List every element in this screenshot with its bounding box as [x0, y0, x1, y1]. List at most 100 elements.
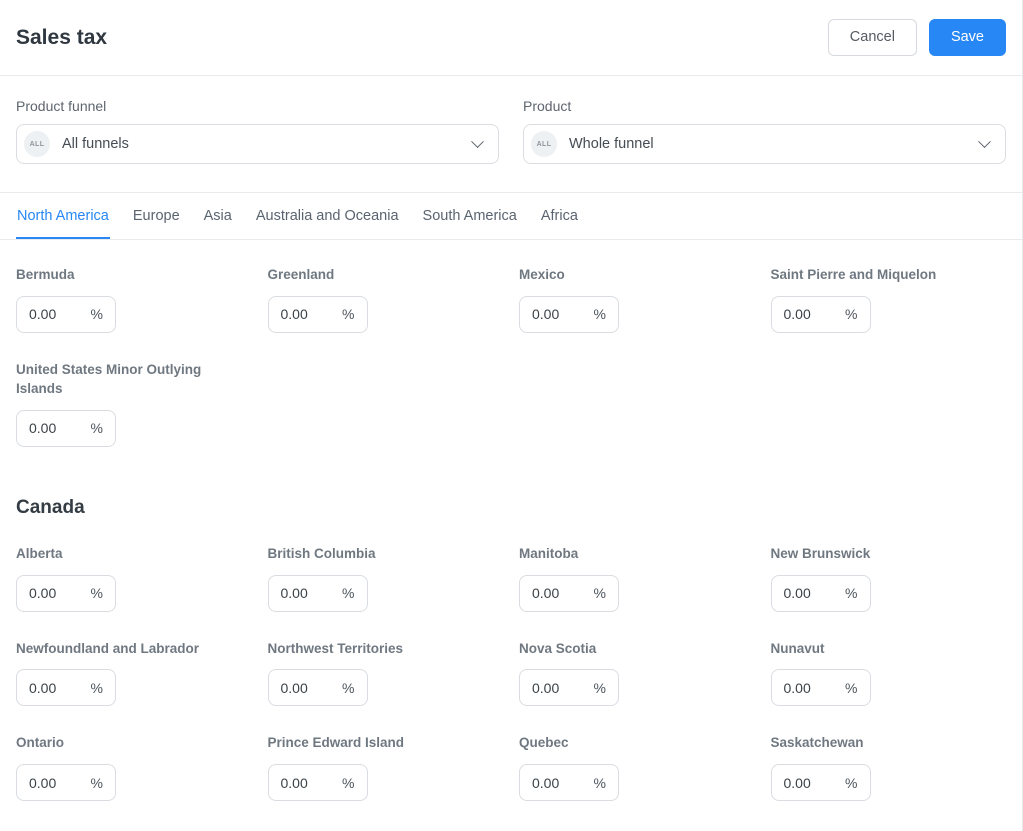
tax-field-newfoundland-and-labrador: Newfoundland and Labrador% [16, 640, 252, 707]
percent-suffix: % [90, 774, 103, 791]
tax-rate-input-northwest-territories[interactable]: % [267, 669, 368, 707]
tax-rate-value-quebec[interactable] [532, 774, 578, 791]
tax-field-british-columbia: British Columbia% [267, 545, 504, 612]
tax-rate-value-bermuda[interactable] [29, 306, 75, 323]
tab-australia-and-oceania[interactable]: Australia and Oceania [255, 193, 400, 239]
tax-field-nunavut: Nunavut% [770, 640, 1007, 707]
product-funnel-filter: Product funnel ALL All funnels [16, 98, 499, 164]
tax-field-label-nova-scotia: Nova Scotia [519, 640, 597, 656]
product-funnel-select[interactable]: ALL All funnels [16, 124, 499, 164]
tax-field-grid: Alberta%British Columbia%Manitoba%New Br… [16, 545, 1006, 802]
tax-field-label-ontario: Ontario [16, 735, 65, 751]
tax-rate-value-nova-scotia[interactable] [532, 679, 578, 696]
tax-field-label-united-states-minor-outlying-islands: United States Minor Outlying Islands [16, 361, 202, 396]
tax-rate-value-ontario[interactable] [29, 774, 75, 791]
tax-rate-value-saskatchewan[interactable] [783, 774, 830, 791]
tax-rate-input-united-states-minor-outlying-islands[interactable]: % [16, 409, 116, 447]
tax-field-ontario: Ontario% [16, 734, 252, 802]
tax-rate-value-united-states-minor-outlying-islands[interactable] [29, 420, 75, 437]
tax-rate-input-greenland[interactable]: % [267, 295, 368, 333]
tax-field-quebec: Quebec% [519, 734, 755, 802]
tax-field-prince-edward-island: Prince Edward Island% [267, 734, 504, 802]
tax-rate-value-saint-pierre-and-miquelon[interactable] [783, 306, 830, 323]
tax-rate-input-saint-pierre-and-miquelon[interactable]: % [770, 295, 871, 333]
tax-rate-input-newfoundland-and-labrador[interactable]: % [16, 669, 116, 707]
tax-field-label-manitoba: Manitoba [519, 545, 579, 561]
tax-rate-input-mexico[interactable]: % [519, 295, 619, 333]
tab-south-america[interactable]: South America [422, 193, 518, 239]
tax-field-united-states-minor-outlying-islands: United States Minor Outlying Islands% [16, 361, 252, 447]
tax-rate-input-nova-scotia[interactable]: % [519, 669, 619, 707]
tax-rate-input-british-columbia[interactable]: % [267, 574, 368, 612]
tax-rate-value-mexico[interactable] [532, 306, 578, 323]
tax-rate-input-nunavut[interactable]: % [770, 669, 871, 707]
tax-section-territories: Bermuda%Greenland%Mexico%Saint Pierre an… [16, 266, 1006, 447]
tax-rate-value-newfoundland-and-labrador[interactable] [29, 679, 75, 696]
tax-field-mexico: Mexico% [519, 266, 755, 333]
tab-europe[interactable]: Europe [132, 193, 181, 239]
percent-suffix: % [342, 306, 355, 323]
tax-rate-input-bermuda[interactable]: % [16, 295, 116, 333]
tax-rate-value-greenland[interactable] [280, 306, 327, 323]
tax-field-greenland: Greenland% [267, 266, 504, 333]
tax-field-label-quebec: Quebec [519, 735, 569, 751]
tax-field-saint-pierre-and-miquelon: Saint Pierre and Miquelon% [770, 266, 1007, 333]
tax-field-nova-scotia: Nova Scotia% [519, 640, 755, 707]
tax-rate-value-alberta[interactable] [29, 585, 75, 602]
percent-suffix: % [90, 585, 103, 602]
percent-suffix: % [593, 306, 606, 323]
percent-suffix: % [342, 774, 355, 791]
tax-field-manitoba: Manitoba% [519, 545, 755, 612]
tax-field-label-new-brunswick: New Brunswick [770, 545, 871, 561]
tab-north-america[interactable]: North America [16, 193, 110, 239]
percent-suffix: % [342, 585, 355, 602]
tax-field-label-greenland: Greenland [267, 267, 335, 282]
percent-suffix: % [845, 679, 858, 696]
tax-rate-input-new-brunswick[interactable]: % [770, 574, 871, 612]
tax-rate-input-ontario[interactable]: % [16, 764, 116, 802]
tax-rate-value-northwest-territories[interactable] [280, 679, 327, 696]
all-products-badge-icon: ALL [531, 131, 557, 157]
percent-suffix: % [90, 306, 103, 323]
section-heading-canada: Canada [16, 496, 85, 518]
product-select[interactable]: ALL Whole funnel [523, 124, 1006, 164]
tax-field-northwest-territories: Northwest Territories% [267, 640, 504, 707]
tax-rate-value-prince-edward-island[interactable] [280, 774, 327, 791]
tax-rate-input-saskatchewan[interactable]: % [770, 764, 871, 802]
tab-asia[interactable]: Asia [203, 193, 233, 239]
tax-field-label-british-columbia: British Columbia [267, 545, 376, 561]
percent-suffix: % [90, 420, 103, 437]
header: Sales tax Cancel Save [0, 0, 1022, 76]
tax-field-label-bermuda: Bermuda [16, 267, 75, 282]
tax-rate-input-prince-edward-island[interactable]: % [267, 764, 368, 802]
filters: Product funnel ALL All funnels Product A… [0, 76, 1022, 193]
percent-suffix: % [845, 306, 858, 323]
percent-suffix: % [593, 774, 606, 791]
chevron-down-icon [471, 134, 484, 148]
region-tabs: North America Europe Asia Australia and Oce… [0, 193, 1022, 240]
product-funnel-label: Product funnel [16, 98, 107, 114]
tax-field-grid: Bermuda%Greenland%Mexico%Saint Pierre an… [16, 266, 1006, 447]
tab-africa[interactable]: Africa [540, 193, 579, 239]
tax-field-saskatchewan: Saskatchewan% [770, 734, 1007, 802]
tax-rate-value-new-brunswick[interactable] [783, 585, 830, 602]
save-button[interactable]: Save [928, 18, 1006, 57]
tax-section-canada: CanadaAlberta%British Columbia%Manitoba%… [16, 497, 1006, 802]
tax-rate-value-manitoba[interactable] [532, 585, 578, 602]
product-filter: Product ALL Whole funnel [523, 98, 1006, 164]
product-label: Product [523, 98, 572, 114]
product-funnel-value: All funnels [62, 136, 129, 152]
product-value: Whole funnel [569, 136, 654, 152]
tax-field-label-alberta: Alberta [16, 545, 63, 561]
page-title: Sales tax [16, 25, 108, 49]
tax-content: Bermuda%Greenland%Mexico%Saint Pierre an… [0, 240, 1022, 831]
tax-rate-input-quebec[interactable]: % [519, 764, 619, 802]
tax-field-label-mexico: Mexico [519, 267, 565, 282]
tax-rate-value-british-columbia[interactable] [280, 585, 327, 602]
all-funnels-badge-icon: ALL [24, 131, 50, 157]
tax-rate-input-manitoba[interactable]: % [519, 574, 619, 612]
tax-rate-input-alberta[interactable]: % [16, 574, 116, 612]
cancel-button[interactable]: Cancel [827, 18, 917, 57]
tax-rate-value-nunavut[interactable] [783, 679, 830, 696]
percent-suffix: % [90, 679, 103, 696]
